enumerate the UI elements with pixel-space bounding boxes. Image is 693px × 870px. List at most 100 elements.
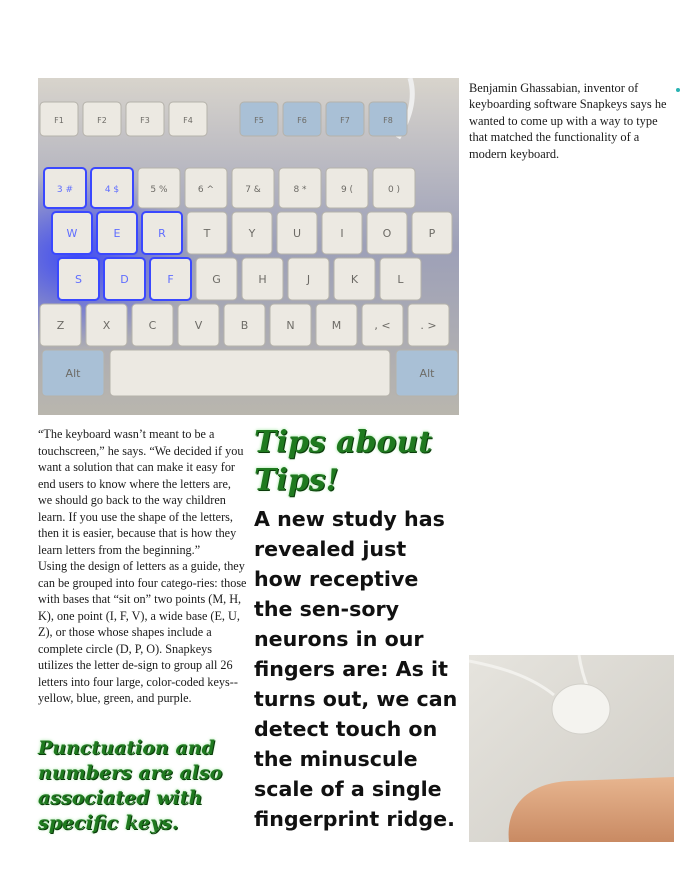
keycap-label: E: [114, 227, 121, 240]
keycap-label: N: [286, 319, 294, 332]
keycap-label: J: [306, 273, 310, 286]
keycap-label: F6: [297, 116, 307, 125]
keycap-label: T: [203, 227, 211, 240]
keycap-label: 6 ^: [198, 185, 214, 195]
keycap: R: [141, 211, 183, 255]
keycap: E: [96, 211, 138, 255]
keycap: V: [177, 303, 220, 347]
keycap-label: 3 #: [57, 185, 73, 195]
keycap: 4 $: [90, 167, 134, 209]
keycap: F: [149, 257, 192, 301]
keycap-label: F4: [183, 116, 193, 125]
keycap: K: [333, 257, 376, 301]
keycap: M: [315, 303, 358, 347]
keycap: S: [57, 257, 100, 301]
keycap: H: [241, 257, 284, 301]
keycap-label: Z: [57, 319, 65, 332]
keyboard-illustration: F1 F2 F3 F4 F5 F6 F7 F8 3 # 4 $ 5 % 6 ^ 7 & 8 * 9 ( 0 )…: [38, 78, 459, 415]
keycap-label: B: [241, 319, 249, 332]
keycap: F3: [125, 101, 165, 137]
keycap-label: 5 %: [150, 185, 168, 195]
keycap-label: Y: [248, 227, 256, 240]
keycap-label: O: [383, 227, 392, 240]
punctuation-heading: Punctuation and numbers are also associa…: [38, 737, 223, 834]
keycap: , <: [361, 303, 404, 347]
keycap: W: [51, 211, 93, 255]
keycap-label: U: [293, 227, 301, 240]
article-left-column: “The keyboard wasn’t meant to be a touch…: [38, 426, 248, 707]
keycap: 5 %: [137, 167, 181, 209]
keycap-label: F1: [54, 116, 64, 125]
tips-heading: Tips about Tips!: [254, 425, 433, 498]
keycap: 3 #: [43, 167, 87, 209]
keycap-label: 4 $: [105, 185, 119, 195]
keycap-label: F8: [383, 116, 393, 125]
keycap: B: [223, 303, 266, 347]
keycap: F5: [239, 101, 279, 137]
keycap: F1: [39, 101, 79, 137]
keycap-label: 7 &: [245, 185, 261, 195]
keycap: 8 *: [278, 167, 322, 209]
keycap: F7: [325, 101, 365, 137]
keycap-label: M: [332, 319, 342, 332]
keycap-label: V: [195, 319, 203, 332]
keycap: F2: [82, 101, 122, 137]
keycap: U: [276, 211, 318, 255]
keycap-label: . >: [420, 319, 436, 332]
keycap: P: [411, 211, 453, 255]
keycap: Z: [39, 303, 82, 347]
keycap: G: [195, 257, 238, 301]
keycap-label: D: [120, 273, 128, 286]
keycap: F4: [168, 101, 208, 137]
keycap-label: F3: [140, 116, 150, 125]
keyboard-photo: F1 F2 F3 F4 F5 F6 F7 F8 3 # 4 $ 5 % 6 ^ 7 & 8 * 9 ( 0 )…: [38, 78, 459, 415]
keycap-label: 8 *: [293, 185, 307, 195]
keycap-label: , <: [374, 319, 390, 332]
keycap: X: [85, 303, 128, 347]
keycap-label: K: [351, 273, 359, 286]
keycap-label: 9 (: [341, 185, 353, 195]
keycap-label: L: [397, 273, 404, 286]
keycap-label: F5: [254, 116, 264, 125]
accent-dot: [676, 88, 680, 92]
keycap-label: I: [340, 227, 343, 240]
keycap-label: W: [67, 227, 78, 240]
keycap: F6: [282, 101, 322, 137]
sensor-disc: [551, 683, 611, 735]
keycap-label: C: [149, 319, 157, 332]
finger-sensor-illustration: [469, 655, 674, 842]
finger-photo: [469, 655, 674, 842]
keycap: F8: [368, 101, 408, 137]
photo-caption: Benjamin Ghassabian, inventor of keyboar…: [469, 81, 667, 161]
keycap-label: Alt: [420, 367, 436, 380]
keycap: 6 ^: [184, 167, 228, 209]
keycap-label: H: [258, 273, 266, 286]
keycap: Y: [231, 211, 273, 255]
keycap: Alt: [395, 349, 459, 397]
keycap-label: R: [158, 227, 166, 240]
keycap: 0 ): [372, 167, 416, 209]
keycap-label: S: [75, 273, 82, 286]
keycap: Alt: [41, 349, 105, 397]
keycap-label: Alt: [66, 367, 82, 380]
keycap-label: F2: [97, 116, 107, 125]
quote-paragraph: “The keyboard wasn’t meant to be a touch…: [38, 427, 244, 557]
keycap: J: [287, 257, 330, 301]
keycap: O: [366, 211, 408, 255]
keycap: I: [321, 211, 363, 255]
keycap: D: [103, 257, 146, 301]
keycap: . >: [407, 303, 450, 347]
design-paragraph: Using the design of letters as a guide, …: [38, 559, 247, 705]
keycap-label: X: [103, 319, 111, 332]
keycap: 7 &: [231, 167, 275, 209]
study-text: A new study has revealed just how recept…: [254, 507, 458, 831]
keycap-label: 0 ): [388, 185, 400, 195]
keycap: L: [379, 257, 422, 301]
keycap: 9 (: [325, 167, 369, 209]
keycap-label: F7: [340, 116, 350, 125]
keycap: C: [131, 303, 174, 347]
keycap-label: F: [167, 273, 173, 286]
keycap-label: G: [212, 273, 221, 286]
keycap-label: P: [429, 227, 436, 240]
keycap: N: [269, 303, 312, 347]
